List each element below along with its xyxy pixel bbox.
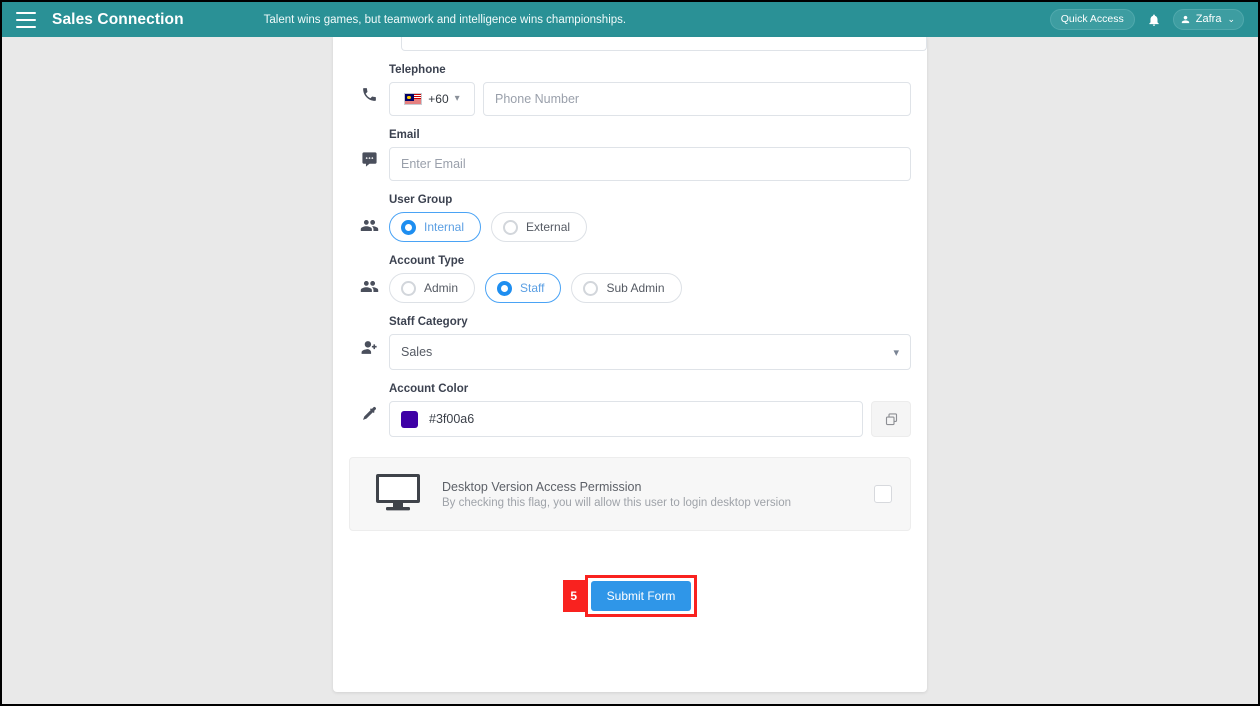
nav-right-group: Quick Access Zafra ⌄	[1049, 9, 1248, 30]
radio-dot-icon	[401, 280, 416, 296]
phone-number-input[interactable]	[483, 82, 911, 116]
chevron-down-icon: ▾	[893, 346, 899, 359]
submit-annotation-wrapper: 5 Submit Form	[562, 575, 698, 617]
radio-dot-icon	[503, 219, 519, 235]
email-label: Email	[389, 129, 420, 141]
staff-category-value: Sales	[401, 345, 433, 359]
users-icon	[349, 194, 389, 235]
phone-input-group: +60 ▾	[389, 82, 911, 116]
quick-access-button[interactable]: Quick Access	[1049, 9, 1135, 30]
app-brand-title: Sales Connection	[52, 10, 184, 28]
radio-user-group-internal[interactable]: Internal	[389, 212, 482, 242]
submit-form-button[interactable]: Submit Form	[590, 581, 692, 611]
radio-label: External	[526, 220, 571, 234]
chevron-down-icon: ⌄	[1227, 13, 1235, 24]
staff-category-label: Staff Category	[389, 316, 468, 328]
account-color-field-main: Account Color #3f00a6	[389, 383, 911, 437]
country-code-label: +60	[428, 92, 449, 106]
radio-label: Sub Admin	[606, 281, 665, 295]
desktop-permission-subtitle: By checking this flag, you will allow th…	[442, 496, 792, 509]
radio-dot-icon	[583, 280, 599, 296]
user-group-label: User Group	[389, 194, 453, 206]
user-add-icon	[349, 316, 389, 357]
email-input[interactable]	[389, 147, 911, 181]
account-color-group: #3f00a6	[389, 401, 911, 437]
user-name-label: Zafra	[1195, 13, 1222, 25]
top-navigation-bar: Sales Connection Talent wins games, but …	[2, 2, 1258, 37]
account-color-label: Account Color	[389, 383, 469, 395]
radio-account-type-sub-admin[interactable]: Sub Admin	[571, 273, 682, 303]
telephone-field-main: Telephone +60 ▾	[389, 64, 911, 116]
copy-color-button[interactable]	[871, 401, 911, 437]
email-field-main: Email	[389, 129, 911, 181]
users-icon	[349, 255, 389, 296]
person-icon	[1181, 15, 1189, 23]
user-menu-button[interactable]: Zafra ⌄	[1172, 9, 1244, 30]
radio-account-type-staff[interactable]: Staff	[485, 273, 562, 303]
country-code-select[interactable]: +60 ▾	[389, 82, 475, 116]
chevron-down-icon: ▾	[454, 93, 460, 104]
field-staff-category: Staff Category Sales ▾	[349, 316, 911, 370]
desktop-permission-text: Desktop Version Access Permission By che…	[442, 480, 874, 509]
account-color-picker[interactable]: #3f00a6	[389, 401, 863, 437]
user-group-radio-group: Internal External	[389, 212, 911, 242]
radio-dot-icon	[497, 280, 513, 296]
submit-area: 5 Submit Form	[333, 575, 927, 617]
annotation-highlight-box: Submit Form	[584, 575, 698, 617]
telephone-label: Telephone	[389, 64, 446, 76]
radio-label: Staff	[520, 281, 545, 295]
annotation-step-number: 5	[562, 580, 585, 612]
phone-icon	[349, 64, 389, 103]
field-account-color: Account Color #3f00a6	[349, 383, 911, 437]
field-telephone: Telephone +60 ▾	[349, 64, 911, 116]
desktop-permission-panel: Desktop Version Access Permission By che…	[349, 457, 911, 531]
account-type-field-main: Account Type Admin Staff Sub Admin	[389, 255, 911, 303]
color-hex-value: #3f00a6	[429, 412, 475, 426]
staff-category-field-main: Staff Category Sales ▾	[389, 316, 911, 370]
monitor-icon	[374, 472, 422, 517]
tagline-text: Talent wins games, but teamwork and inte…	[263, 13, 627, 26]
radio-user-group-external[interactable]: External	[491, 212, 588, 242]
app-window: Sales Connection Talent wins games, but …	[0, 0, 1260, 706]
radio-label: Admin	[424, 281, 459, 295]
desktop-permission-title: Desktop Version Access Permission	[442, 479, 642, 494]
radio-account-type-admin[interactable]: Admin	[389, 273, 476, 303]
field-user-group: User Group Internal External	[349, 194, 911, 242]
scrolled-field-partial	[401, 37, 927, 51]
user-group-field-main: User Group Internal External	[389, 194, 911, 242]
message-icon	[349, 129, 389, 168]
eyedropper-icon	[349, 383, 389, 423]
bell-icon[interactable]	[1145, 10, 1163, 30]
radio-label: Internal	[424, 220, 465, 234]
color-swatch	[401, 410, 418, 428]
radio-dot-icon	[401, 219, 416, 235]
field-email: Email	[349, 129, 911, 181]
form-body: Telephone +60 ▾ Phone Number Email Enter…	[333, 37, 927, 437]
account-type-label: Account Type	[389, 255, 465, 267]
malaysia-flag-icon	[404, 93, 423, 105]
hamburger-icon[interactable]	[16, 11, 36, 28]
desktop-permission-checkbox[interactable]	[874, 485, 892, 503]
field-account-type: Account Type Admin Staff Sub Admin	[349, 255, 911, 303]
account-type-radio-group: Admin Staff Sub Admin	[389, 273, 911, 303]
staff-category-select[interactable]: Sales ▾	[389, 334, 911, 370]
page-background: Telephone +60 ▾ Phone Number Email Enter…	[4, 37, 1258, 704]
user-form-card: Telephone +60 ▾ Phone Number Email Enter…	[333, 37, 927, 692]
